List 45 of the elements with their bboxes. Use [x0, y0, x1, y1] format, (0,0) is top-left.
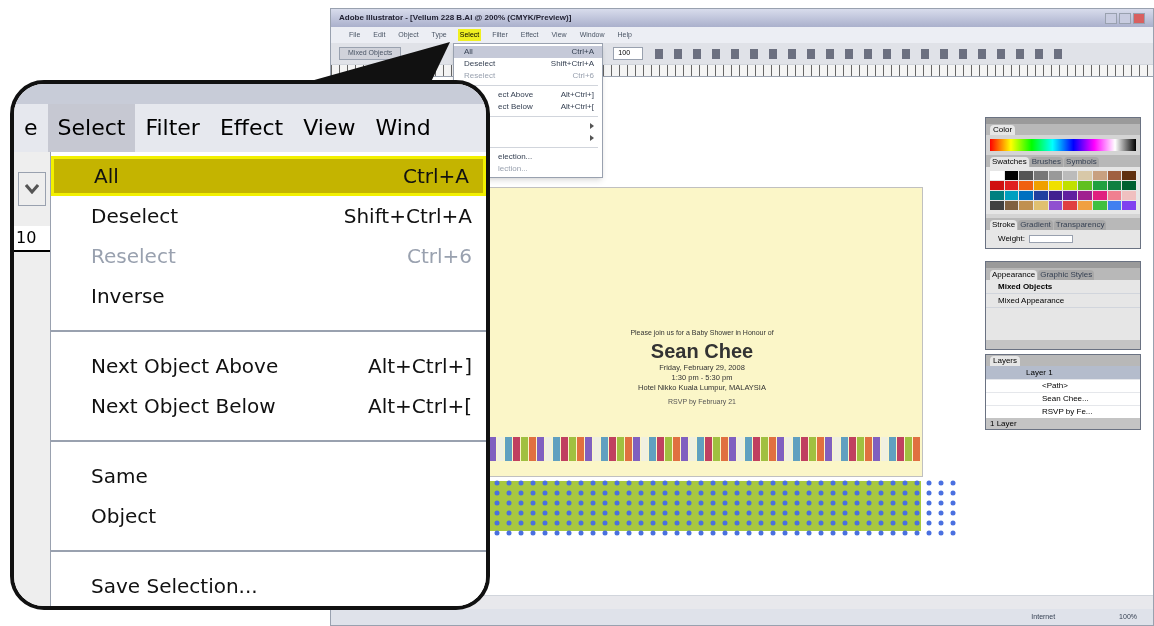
minimize-icon[interactable]: [1105, 12, 1117, 24]
panel-tab[interactable]: Graphic Styles: [1038, 270, 1095, 280]
panel-tab[interactable]: Appearance: [990, 270, 1038, 280]
panel-tab[interactable]: Stroke: [990, 220, 1018, 230]
layer-row[interactable]: <Path>: [986, 379, 1140, 392]
menu-item[interactable]: ect Above Alt+Ctrl+]: [496, 89, 602, 101]
menu-item[interactable]: Deselect Shift+Ctrl+A: [51, 196, 486, 236]
menu-item[interactable]: election...: [496, 151, 602, 163]
menu-item[interactable]: Inverse: [51, 276, 486, 316]
appearance-row[interactable]: Mixed Appearance: [986, 294, 1140, 308]
layer-count: 1 Layer: [990, 417, 1017, 430]
menu-item[interactable]: View: [293, 104, 366, 152]
panel-tab[interactable]: Gradient: [1018, 220, 1053, 230]
menu-item[interactable]: Wind: [365, 104, 441, 152]
menu-item[interactable]: Filter: [135, 104, 210, 152]
ruler-label: 10: [14, 226, 50, 252]
layer-row[interactable]: Sean Chee...: [986, 392, 1140, 405]
appearance-row[interactable]: Mixed Objects: [986, 280, 1140, 294]
panel-tab[interactable]: Brushes: [1029, 157, 1064, 167]
menu-item[interactable]: Save Selection...: [51, 566, 486, 606]
window-title: Adobe Illustrator - [Vellum 228 B.AI @ 200% (CMYK/Preview)]: [339, 12, 572, 24]
dropdown-caret-icon[interactable]: [18, 172, 46, 206]
layer-row[interactable]: RSVP by Fe...: [986, 405, 1140, 418]
menu-item[interactable]: Same: [51, 456, 486, 496]
menu-item[interactable]: Object: [51, 496, 486, 536]
menu-item[interactable]: ect Below Alt+Ctrl+[: [496, 101, 602, 113]
panel-tab[interactable]: Layers: [990, 356, 1020, 366]
invitation-text: Sean Chee: [650, 338, 754, 363]
weight-label: Weight:: [998, 233, 1025, 245]
menu-item[interactable]: Select: [47, 104, 136, 152]
menu-item[interactable]: All Ctrl+A: [51, 156, 486, 196]
close-icon[interactable]: [1133, 12, 1145, 24]
panel-tab[interactable]: Transparency: [1053, 220, 1107, 230]
panel-tab[interactable]: Color: [990, 125, 1016, 135]
menu-item[interactable]: e: [14, 104, 48, 152]
menu-item[interactable]: Deselect Shift+Ctrl+A: [454, 58, 602, 70]
menu-item[interactable]: Next Object Above Alt+Ctrl+]: [51, 346, 486, 386]
maximize-icon[interactable]: [1119, 12, 1131, 24]
menu-item[interactable]: All Ctrl+A: [454, 46, 602, 58]
menu-item[interactable]: Next Object Below Alt+Ctrl+[: [51, 386, 486, 426]
menu-item[interactable]: Effect: [209, 104, 294, 152]
panel-tab[interactable]: Swatches: [990, 157, 1029, 167]
weight-field[interactable]: [1029, 235, 1073, 243]
panel-tab[interactable]: Symbols: [1064, 157, 1099, 167]
layer-row[interactable]: Layer 1: [986, 366, 1140, 379]
